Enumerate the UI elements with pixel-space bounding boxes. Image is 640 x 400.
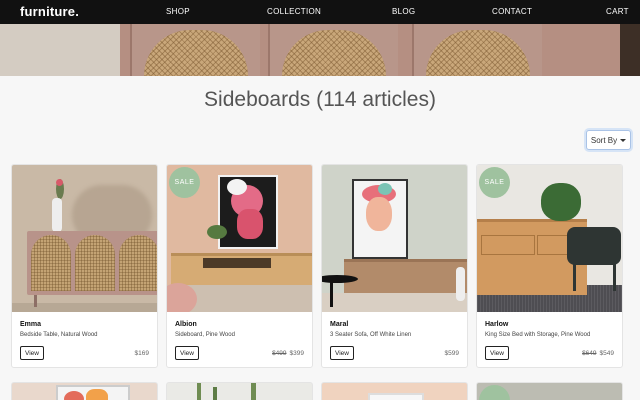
nav-blog[interactable]: BLOG <box>392 7 415 16</box>
product-description: 3 Seater Sofa, Off White Linen <box>330 332 412 338</box>
product-image[interactable] <box>322 165 467 312</box>
brand-logo[interactable]: furniture. <box>20 4 79 19</box>
product-price: $649 $549 <box>582 350 614 357</box>
old-price: $649 <box>582 350 597 357</box>
product-name[interactable]: Harlow <box>485 321 614 328</box>
nav-collection[interactable]: COLLECTION <box>267 7 321 16</box>
product-name[interactable]: Maral <box>330 321 459 328</box>
product-card[interactable] <box>11 382 158 400</box>
old-price: $499 <box>272 350 287 357</box>
top-navbar: furniture. SHOP COLLECTION BLOG CONTACT … <box>0 0 640 24</box>
product-card[interactable]: Emma Bedside Table, Natural Wood View $1… <box>11 164 158 368</box>
product-card[interactable] <box>321 382 468 400</box>
sale-badge: SALE <box>479 167 510 198</box>
nav-cart[interactable]: CART <box>606 7 629 16</box>
sort-by-label: Sort By <box>590 135 618 145</box>
product-price: $499 $399 <box>272 350 304 357</box>
product-description: Bedside Table, Natural Wood <box>20 332 98 338</box>
sort-by-dropdown[interactable]: Sort By <box>586 130 631 150</box>
view-button[interactable]: View <box>175 346 199 360</box>
product-card[interactable] <box>166 382 313 400</box>
product-card[interactable]: SALE Albion Sideboard, Pine Wood View $4… <box>166 164 313 368</box>
view-button[interactable]: View <box>330 346 354 360</box>
sale-badge: SALE <box>169 167 200 198</box>
product-price: $169 <box>134 350 149 357</box>
page-title: Sideboards (114 articles) <box>204 88 436 111</box>
view-button[interactable]: View <box>20 346 44 360</box>
view-button[interactable]: View <box>485 346 509 360</box>
product-price: $599 <box>444 350 459 357</box>
caret-down-icon <box>620 138 627 142</box>
hero-banner <box>0 24 640 76</box>
product-card[interactable]: SALE Harlow King Size Bed with Storage, … <box>476 164 623 368</box>
product-description: King Size Bed with Storage, Pine Wood <box>485 332 591 338</box>
product-card[interactable] <box>476 382 623 400</box>
nav-shop[interactable]: SHOP <box>166 7 190 16</box>
product-name[interactable]: Albion <box>175 321 304 328</box>
product-card[interactable]: Maral 3 Seater Sofa, Off White Linen Vie… <box>321 164 468 368</box>
nav-contact[interactable]: CONTACT <box>492 7 532 16</box>
product-description: Sideboard, Pine Wood <box>175 332 235 338</box>
sale-badge <box>479 385 510 400</box>
product-image[interactable] <box>12 165 157 312</box>
product-name[interactable]: Emma <box>20 321 149 328</box>
